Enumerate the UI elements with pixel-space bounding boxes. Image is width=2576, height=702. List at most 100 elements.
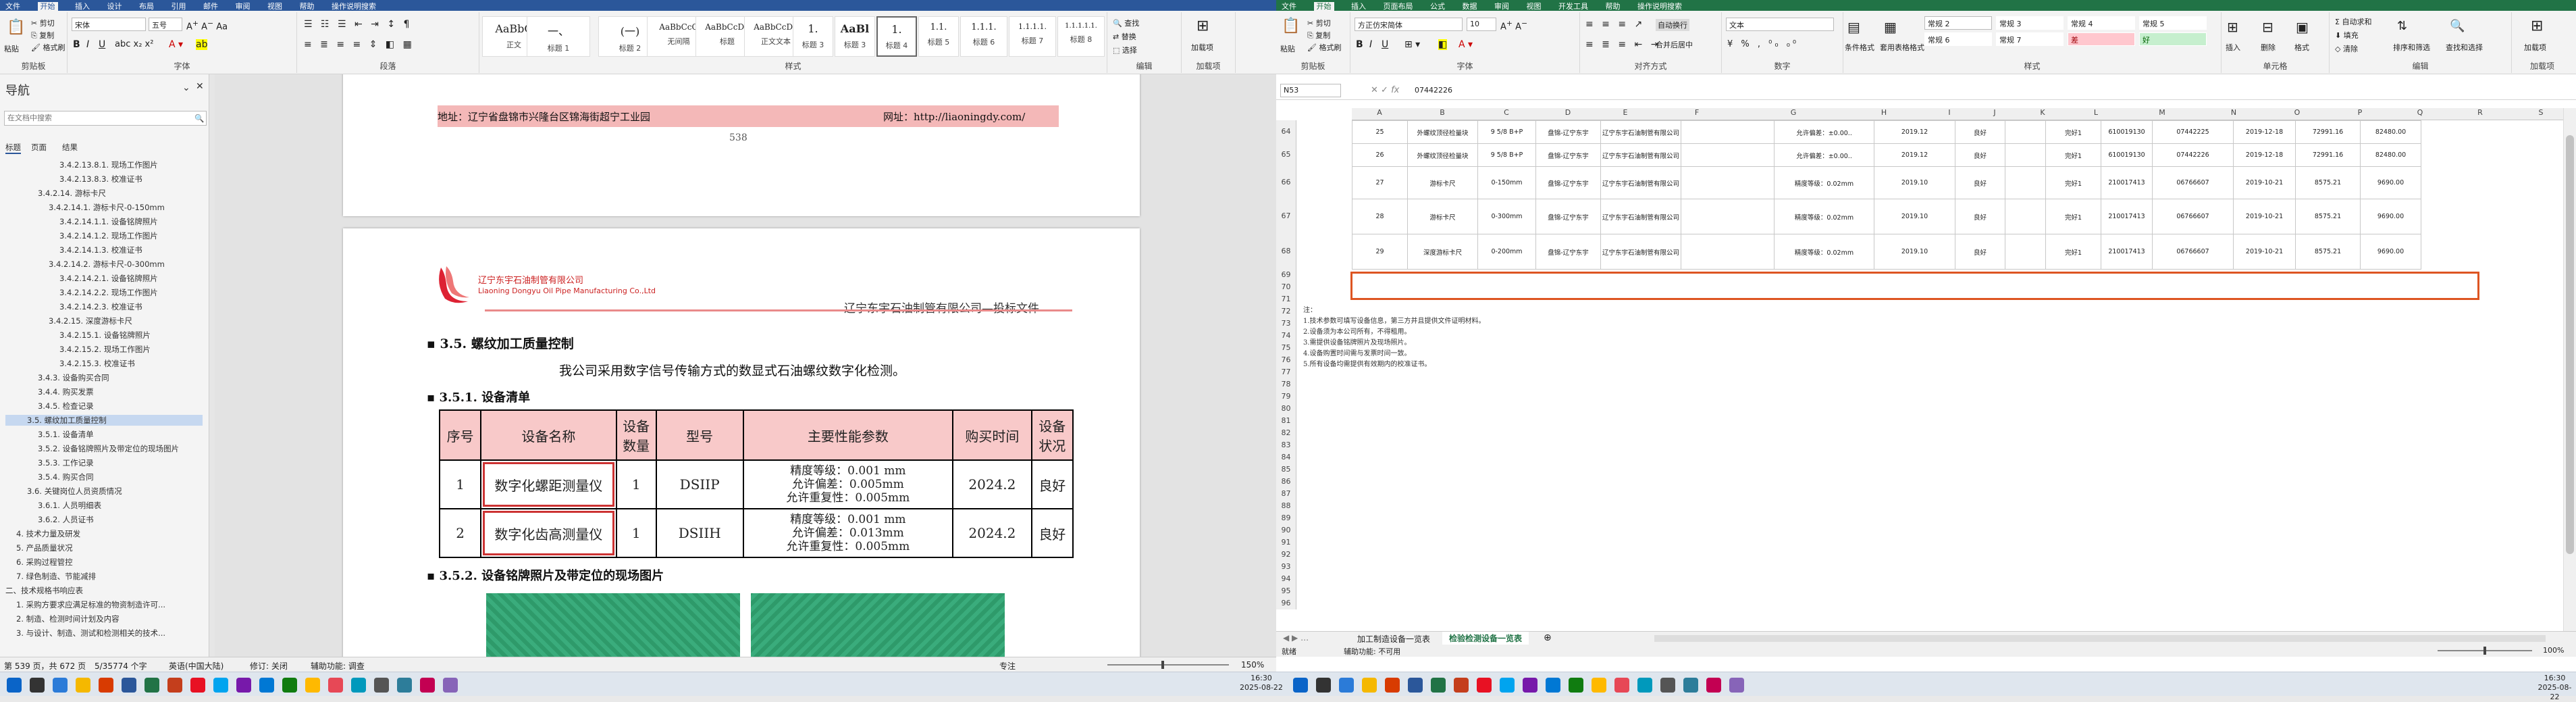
browser-icon[interactable] — [99, 678, 113, 693]
cell[interactable] — [2005, 199, 2047, 234]
excel-tab[interactable]: 帮助 — [1606, 2, 1621, 11]
nav-heading-item[interactable]: 3.4.2.15.3. 校准证书 — [59, 358, 135, 369]
cell[interactable]: 9690.00 — [2360, 234, 2422, 270]
sheet-tab[interactable]: 加工制造设备一览表 — [1350, 633, 1437, 645]
zoom-slider-thumb[interactable] — [2483, 647, 2486, 655]
row-header[interactable]: 96 — [1276, 597, 1296, 609]
column-header[interactable]: N — [2203, 108, 2265, 120]
cell[interactable]: 辽宁东宇石油制管有限公司 — [1600, 120, 1682, 144]
excel-tell-me[interactable]: 操作说明搜索 — [1637, 2, 1682, 11]
cell[interactable]: 盘锦-辽宁东宇 — [1535, 120, 1601, 144]
word-tab[interactable]: 设计 — [107, 2, 122, 11]
cell[interactable]: 2019-10-21 — [2233, 234, 2296, 270]
font-size-select[interactable]: 10 — [1467, 18, 1496, 31]
row-header[interactable]: 77 — [1276, 366, 1296, 378]
delete-cells-icon[interactable]: ⊟ — [2262, 19, 2273, 35]
sheet-tab-active[interactable]: 检验检测设备一览表 — [1442, 632, 1529, 646]
addins-icon[interactable]: ⊞ — [1197, 18, 1209, 34]
cell[interactable]: 良好 — [1955, 234, 2006, 270]
cell[interactable] — [2005, 234, 2047, 270]
formula-buttons[interactable]: ✕ ✓ fx — [1371, 85, 1399, 95]
wrap-text-button[interactable]: 自动换行 — [1656, 19, 1689, 31]
nav-heading-item[interactable]: 3.6.1. 人员明细表 — [38, 500, 101, 511]
windows-start-icon[interactable] — [1293, 678, 1308, 693]
cell-style-bad[interactable]: 差 — [2068, 32, 2135, 46]
row-header[interactable]: 95 — [1276, 585, 1296, 597]
row-header[interactable]: 76 — [1276, 354, 1296, 366]
copy-button[interactable]: ⎘ 复制 — [31, 30, 54, 41]
word-count[interactable]: 5/35774 个字 — [95, 660, 147, 672]
row-header[interactable]: 68 — [1276, 234, 1296, 269]
cell[interactable]: 9690.00 — [2360, 199, 2422, 234]
onenote-icon[interactable] — [1523, 678, 1537, 693]
nav-heading-item[interactable]: 3.4.2.14.1. 游标卡尺-0-150mm — [49, 202, 165, 213]
nav-heading-item[interactable]: 二、技术规格书响应表 — [5, 585, 83, 596]
cell[interactable]: 游标卡尺 — [1407, 166, 1478, 199]
fill-color-icon[interactable]: ◧ — [1438, 39, 1448, 50]
autosum-button[interactable]: Σ 自动求和 — [2335, 16, 2371, 27]
cell[interactable]: 210017413 — [2101, 199, 2153, 234]
cell[interactable]: 完好1 — [2045, 199, 2102, 234]
nav-heading-item[interactable]: 3.5.3. 工作记录 — [38, 457, 94, 468]
cell[interactable]: 精度等级：0.02mm — [1774, 199, 1875, 234]
column-header[interactable]: O — [2265, 108, 2330, 120]
style-gallery-item[interactable]: 1.1.1.1.1. 标题 8 — [1057, 16, 1105, 57]
cell[interactable]: 72991.16 — [2295, 120, 2361, 144]
vertical-scrollbar[interactable] — [2563, 108, 2576, 631]
cell-style-good[interactable]: 好 — [2139, 32, 2207, 46]
cell[interactable]: 2019-10-21 — [2233, 166, 2296, 199]
row-header[interactable]: 79 — [1276, 391, 1296, 403]
conditional-format-button[interactable]: 条件格式 — [1845, 42, 1874, 53]
cell[interactable]: 2019.10 — [1874, 234, 1956, 270]
word-tab[interactable]: 审阅 — [236, 2, 251, 11]
excel-tab[interactable]: 视图 — [1527, 2, 1542, 11]
nav-heading-item[interactable]: 3.4.2.14.2.3. 校准证书 — [59, 301, 142, 312]
track-changes-status[interactable]: 修订: 关闭 — [250, 660, 288, 672]
style-gallery-item[interactable]: 1. 标题 3 — [793, 16, 833, 57]
excel-tab[interactable]: 文件 — [1282, 2, 1296, 11]
cell[interactable]: 82480.00 — [2360, 120, 2422, 144]
sheet-nav-icons[interactable]: ◀ ▶ … — [1283, 633, 1309, 643]
cell[interactable]: 0-200mm — [1477, 234, 1536, 270]
cell[interactable]: 9 5/8 B+P — [1477, 120, 1536, 144]
accessibility-status[interactable]: 辅助功能: 不可用 — [1344, 646, 1400, 657]
row-header[interactable]: 85 — [1276, 463, 1296, 476]
excel-icon[interactable] — [144, 678, 159, 693]
row-header[interactable]: 73 — [1276, 318, 1296, 330]
word-tab[interactable]: 布局 — [139, 2, 154, 11]
cell[interactable]: 9690.00 — [2360, 166, 2422, 199]
cell[interactable]: 29 — [1352, 234, 1408, 270]
nav-heading-item[interactable]: 3.4.2.13.8.1. 现场工作图片 — [59, 159, 158, 170]
app-icon[interactable] — [397, 678, 412, 693]
nav-heading-item[interactable]: 3.4.2.14.1.1. 设备铭牌照片 — [59, 216, 158, 227]
style-gallery-item[interactable]: 1.1.1. 标题 6 — [960, 16, 1007, 57]
excel-tab[interactable]: 开发工具 — [1558, 2, 1588, 11]
nav-heading-item[interactable]: 3.4.2.14.2. 游标卡尺-0-300mm — [49, 259, 165, 270]
app-icon[interactable] — [328, 678, 343, 693]
column-header[interactable]: H — [1843, 108, 1924, 120]
cell[interactable]: 良好 — [1955, 143, 2006, 167]
nav-heading-item[interactable]: 3.4.2.13.8.3. 校准证书 — [59, 174, 142, 184]
merge-center-button[interactable]: 合并后居中 — [1656, 39, 1693, 50]
word-tab[interactable]: 邮件 — [203, 2, 218, 11]
replace-button[interactable]: ⇄ 替换 — [1113, 31, 1136, 42]
highlight-icon[interactable]: ab — [196, 39, 208, 50]
column-header[interactable]: M — [2122, 108, 2203, 120]
row-header[interactable]: 75 — [1276, 342, 1296, 354]
cell[interactable] — [1681, 120, 1775, 144]
row-header[interactable]: 90 — [1276, 524, 1296, 536]
cell[interactable]: 210017413 — [2101, 166, 2153, 199]
file-explorer-icon[interactable] — [76, 678, 90, 693]
wechat-icon[interactable] — [1569, 678, 1583, 693]
cell[interactable]: 2019.10 — [1874, 166, 1956, 199]
app-icon[interactable] — [1729, 678, 1744, 693]
column-header[interactable]: K — [2015, 108, 2070, 120]
bold-button[interactable]: B — [73, 39, 80, 50]
cell[interactable]: 完好1 — [2045, 234, 2102, 270]
row-header[interactable]: 83 — [1276, 439, 1296, 451]
cell[interactable]: 良好 — [1955, 120, 2006, 144]
font-size-select[interactable]: 五号 — [149, 18, 182, 31]
cell[interactable]: 8575.21 — [2295, 166, 2361, 199]
horizontal-scrollbar[interactable] — [1654, 635, 2546, 642]
cell[interactable]: 8575.21 — [2295, 234, 2361, 270]
